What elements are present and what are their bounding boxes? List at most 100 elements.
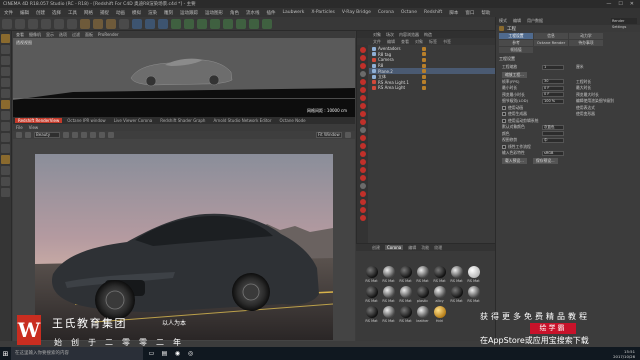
material-item[interactable]: RS Mat <box>381 306 396 324</box>
checkbox[interactable] <box>502 144 506 149</box>
taskbar-clock[interactable]: 15:51 2017/10/26 <box>613 349 640 359</box>
minimize-button[interactable]: — <box>606 1 611 7</box>
object-tool-icon[interactable] <box>359 167 366 173</box>
checkbox[interactable] <box>502 118 506 123</box>
object-tool-icon[interactable] <box>359 111 366 117</box>
perspective-viewport[interactable]: 查看 摄像机 显示 选项 过滤 面板 ProRender 透视视图 网格间距 : 10000… <box>13 31 355 117</box>
attribute-value-field[interactable]: 灰蓝色 <box>542 124 564 130</box>
menu-item[interactable]: 捕捉 <box>100 10 109 16</box>
attribute-button[interactable]: 载入预设... <box>502 157 527 164</box>
material-item[interactable]: RS Mat <box>398 266 413 284</box>
attribute-tab[interactable]: 动力学 <box>569 33 603 39</box>
lock-icon[interactable] <box>81 132 87 138</box>
object-menu-item[interactable]: 书签 <box>443 39 451 45</box>
material-tag-icon[interactable] <box>422 63 426 68</box>
object-tool-icon[interactable] <box>359 151 366 157</box>
rv-menu-view[interactable]: View <box>29 125 39 130</box>
material-item[interactable]: plastic <box>415 286 430 304</box>
sculpt-icon[interactable] <box>1 155 10 164</box>
browser-icon[interactable]: ◎ <box>185 348 196 359</box>
object-tool-icon[interactable] <box>359 207 366 213</box>
menu-item[interactable]: X-Particles <box>311 10 334 15</box>
texture-mode-icon[interactable] <box>1 45 10 54</box>
x-axis-icon[interactable] <box>80 18 90 29</box>
attribute-value-field[interactable]: 30 <box>542 79 564 85</box>
array-icon[interactable] <box>210 18 220 29</box>
material-item[interactable]: RS Mat <box>466 286 481 304</box>
settings-icon[interactable] <box>345 132 351 138</box>
y-axis-icon[interactable] <box>93 18 103 29</box>
tweak-icon[interactable] <box>1 111 10 120</box>
select-icon[interactable] <box>28 18 38 29</box>
render-view-icon[interactable] <box>145 18 155 29</box>
menu-item[interactable]: 窗口 <box>465 10 474 16</box>
attribute-tab[interactable]: 信息 <box>534 33 568 39</box>
object-menu-item[interactable]: 对象 <box>415 39 423 45</box>
workplane-icon[interactable] <box>1 56 10 65</box>
save-icon[interactable] <box>72 132 78 138</box>
object-tool-icon[interactable] <box>359 143 366 149</box>
material-item[interactable]: RS Mat <box>364 286 379 304</box>
attribute-value-field[interactable]: 1 <box>542 64 564 70</box>
solo-icon[interactable] <box>1 144 10 153</box>
menu-item[interactable]: 运动跟踪 <box>180 10 198 16</box>
renderview-tab[interactable]: Live Viewer Corona <box>111 118 156 123</box>
material-item[interactable]: alloy <box>432 286 447 304</box>
material-menu-item[interactable]: 纹理 <box>434 245 442 251</box>
object-tool-icon[interactable] <box>359 95 366 101</box>
fit-window-select[interactable]: Fit Window <box>316 132 342 138</box>
material-tag-icon[interactable] <box>422 57 426 62</box>
attribute-menu-item[interactable]: 编辑 <box>513 18 521 24</box>
light-icon[interactable] <box>262 18 272 29</box>
material-item[interactable]: RS Mat <box>364 306 379 324</box>
menu-item[interactable]: Redshift <box>424 10 442 15</box>
menu-item[interactable]: 创建 <box>36 10 45 16</box>
menu-item[interactable]: 编辑 <box>20 10 29 16</box>
material-item[interactable]: RS Mat <box>432 266 447 284</box>
cube-icon[interactable] <box>171 18 181 29</box>
points-mode-icon[interactable] <box>1 67 10 76</box>
menu-item[interactable]: 模拟 <box>132 10 141 16</box>
material-tag-icon[interactable] <box>422 85 426 90</box>
menu-item[interactable]: 选择 <box>52 10 61 16</box>
scale-icon[interactable] <box>54 18 64 29</box>
attribute-tab[interactable]: 参考 <box>499 40 533 46</box>
material-item[interactable]: RS Mat <box>415 266 430 284</box>
rotate-icon[interactable] <box>67 18 77 29</box>
object-tool-icon[interactable] <box>359 127 366 133</box>
object-tool-icon[interactable] <box>359 175 366 181</box>
material-tag-icon[interactable] <box>422 80 426 85</box>
material-tag-icon[interactable] <box>422 69 426 74</box>
snapshot-icon[interactable] <box>63 132 69 138</box>
menu-item[interactable]: V-Ray Bridge <box>342 10 371 15</box>
menu-item[interactable]: 网格 <box>84 10 93 16</box>
menu-item[interactable]: 文件 <box>4 10 13 16</box>
material-menu-item[interactable]: Corona <box>385 245 404 250</box>
material-item[interactable]: RS Mat <box>449 266 464 284</box>
menu-item[interactable]: 插件 <box>267 10 276 16</box>
object-tool-icon[interactable] <box>359 55 366 61</box>
viewport-menu-item[interactable]: 摄像机 <box>29 32 41 38</box>
material-item[interactable]: Hdri <box>432 306 447 324</box>
redo-icon[interactable] <box>15 18 25 29</box>
object-tool-icon[interactable] <box>359 215 366 221</box>
attribute-menu-item[interactable]: 用户数据 <box>527 18 543 24</box>
menu-item[interactable]: 帮助 <box>481 10 490 16</box>
material-item[interactable]: RS Mat <box>398 286 413 304</box>
material-item[interactable]: RS Mat <box>381 266 396 284</box>
histogram-icon[interactable] <box>108 132 114 138</box>
object-tool-icon[interactable] <box>359 199 366 205</box>
object-manager-tab[interactable]: 内容浏览器 <box>399 32 419 38</box>
attribute-value-field[interactable]: sRGB <box>542 150 564 156</box>
menu-item[interactable]: 脚本 <box>449 10 458 16</box>
deformer-icon[interactable] <box>223 18 233 29</box>
renderview-tab[interactable]: Redshift Shader Graph <box>157 118 208 123</box>
render-settings-icon[interactable] <box>158 18 168 29</box>
aov-select[interactable]: Beauty <box>34 132 60 138</box>
material-menu-item[interactable]: 编辑 <box>408 245 416 251</box>
material-menu-item[interactable]: 创建 <box>372 245 380 251</box>
checkbox[interactable] <box>502 105 506 110</box>
object-tool-icon[interactable] <box>359 71 366 77</box>
object-manager-tab[interactable]: 构造 <box>424 32 432 38</box>
object-tool-icon[interactable] <box>359 47 366 53</box>
